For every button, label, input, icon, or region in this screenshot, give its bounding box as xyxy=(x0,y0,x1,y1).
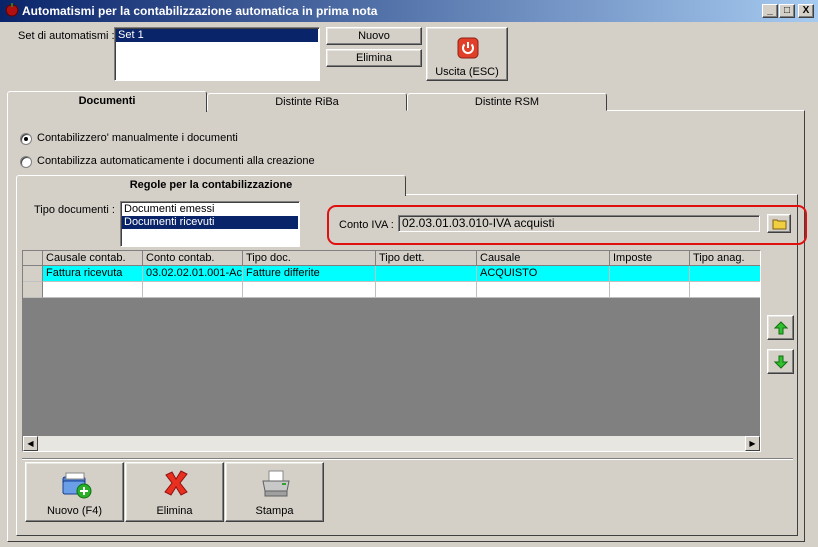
minimize-button[interactable]: _ xyxy=(762,4,778,18)
table-cell[interactable] xyxy=(143,282,243,298)
set-label: Set di automatismi : xyxy=(18,30,115,42)
maximize-button[interactable]: □ xyxy=(779,4,795,18)
tab-regole[interactable]: Regole per la contabilizzazione xyxy=(16,175,406,196)
doc-type-item[interactable]: Documenti emessi xyxy=(122,203,298,216)
manual-radio[interactable] xyxy=(20,133,32,145)
table-cell[interactable]: Fatture differite xyxy=(243,266,376,282)
automatic-radio-label[interactable]: Contabilizza automaticamente i documenti… xyxy=(37,155,315,167)
column-header[interactable]: Imposte xyxy=(610,251,690,266)
table-cell[interactable] xyxy=(243,282,376,298)
column-header[interactable]: Conto contab. xyxy=(143,251,243,266)
tab-distinte-riba[interactable]: Distinte RiBa xyxy=(207,93,407,111)
print-button[interactable]: Stampa xyxy=(225,462,324,522)
row-indicator[interactable] xyxy=(23,266,43,282)
tab-distinte-rsm[interactable]: Distinte RSM xyxy=(407,93,607,111)
table-cell[interactable] xyxy=(43,282,143,298)
power-icon xyxy=(457,37,479,59)
table-cell[interactable] xyxy=(610,282,690,298)
column-header[interactable]: Causale xyxy=(477,251,610,266)
column-header[interactable]: Causale contab. xyxy=(43,251,143,266)
table-cell[interactable] xyxy=(376,266,477,282)
doc-type-item[interactable]: Documenti ricevuti xyxy=(122,216,298,229)
manual-radio-label[interactable]: Contabilizzero' manualmente i documenti xyxy=(37,132,238,144)
print-button-label: Stampa xyxy=(255,505,294,517)
title-bar: Automatismi per la contabilizzazione aut… xyxy=(0,0,818,22)
rules-table[interactable]: Causale contab. Conto contab. Tipo doc. … xyxy=(22,250,761,452)
delete-rule-button-label: Elimina xyxy=(156,505,193,517)
set-item[interactable]: Set 1 xyxy=(116,29,318,42)
table-cell[interactable] xyxy=(690,266,760,282)
new-rule-button[interactable]: Nuovo (F4) xyxy=(25,462,124,522)
table-cell[interactable] xyxy=(376,282,477,298)
delete-set-button[interactable]: Elimina xyxy=(326,49,422,67)
close-button[interactable]: X xyxy=(798,4,814,18)
table-corner xyxy=(23,251,43,266)
new-rule-button-label: Nuovo (F4) xyxy=(46,505,103,517)
new-set-button[interactable]: Nuovo xyxy=(326,27,422,45)
row-indicator[interactable] xyxy=(23,282,43,298)
table-cell[interactable] xyxy=(477,282,610,298)
table-cell[interactable]: Fattura ricevuta xyxy=(43,266,143,282)
table-cell[interactable] xyxy=(610,266,690,282)
red-x-icon xyxy=(164,470,188,496)
horizontal-scrollbar[interactable]: ◀ ▶ xyxy=(23,436,760,451)
app-icon xyxy=(5,3,19,17)
column-header[interactable]: Tipo dett. xyxy=(376,251,477,266)
scroll-left-button[interactable]: ◀ xyxy=(23,436,38,451)
move-up-button[interactable] xyxy=(767,315,794,340)
scroll-right-button[interactable]: ▶ xyxy=(745,436,760,451)
new-folder-icon xyxy=(62,472,92,499)
table-cell[interactable] xyxy=(690,282,760,298)
move-down-button[interactable] xyxy=(767,349,794,374)
delete-rule-button[interactable]: Elimina xyxy=(125,462,224,522)
exit-button-label: Uscita (ESC) xyxy=(435,66,499,78)
arrow-down-icon xyxy=(774,355,788,369)
table-cell[interactable]: 03.02.02.01.001-Ac xyxy=(143,266,243,282)
column-header[interactable]: Tipo doc. xyxy=(243,251,376,266)
separator xyxy=(22,458,793,459)
automatic-radio[interactable] xyxy=(20,156,32,168)
tab-documenti[interactable]: Documenti xyxy=(7,91,207,112)
doc-type-label: Tipo documenti : xyxy=(34,204,115,216)
annotation-highlight xyxy=(327,205,807,245)
table-cell[interactable]: ACQUISTO xyxy=(477,266,610,282)
printer-icon xyxy=(262,470,290,497)
column-header[interactable]: Tipo anag. xyxy=(690,251,760,266)
exit-button[interactable]: Uscita (ESC) xyxy=(426,27,508,81)
set-listbox[interactable]: Set 1 xyxy=(114,27,320,81)
doc-type-listbox[interactable]: Documenti emessi Documenti ricevuti xyxy=(120,201,300,247)
window-title: Automatismi per la contabilizzazione aut… xyxy=(22,4,378,18)
arrow-up-icon xyxy=(774,321,788,335)
